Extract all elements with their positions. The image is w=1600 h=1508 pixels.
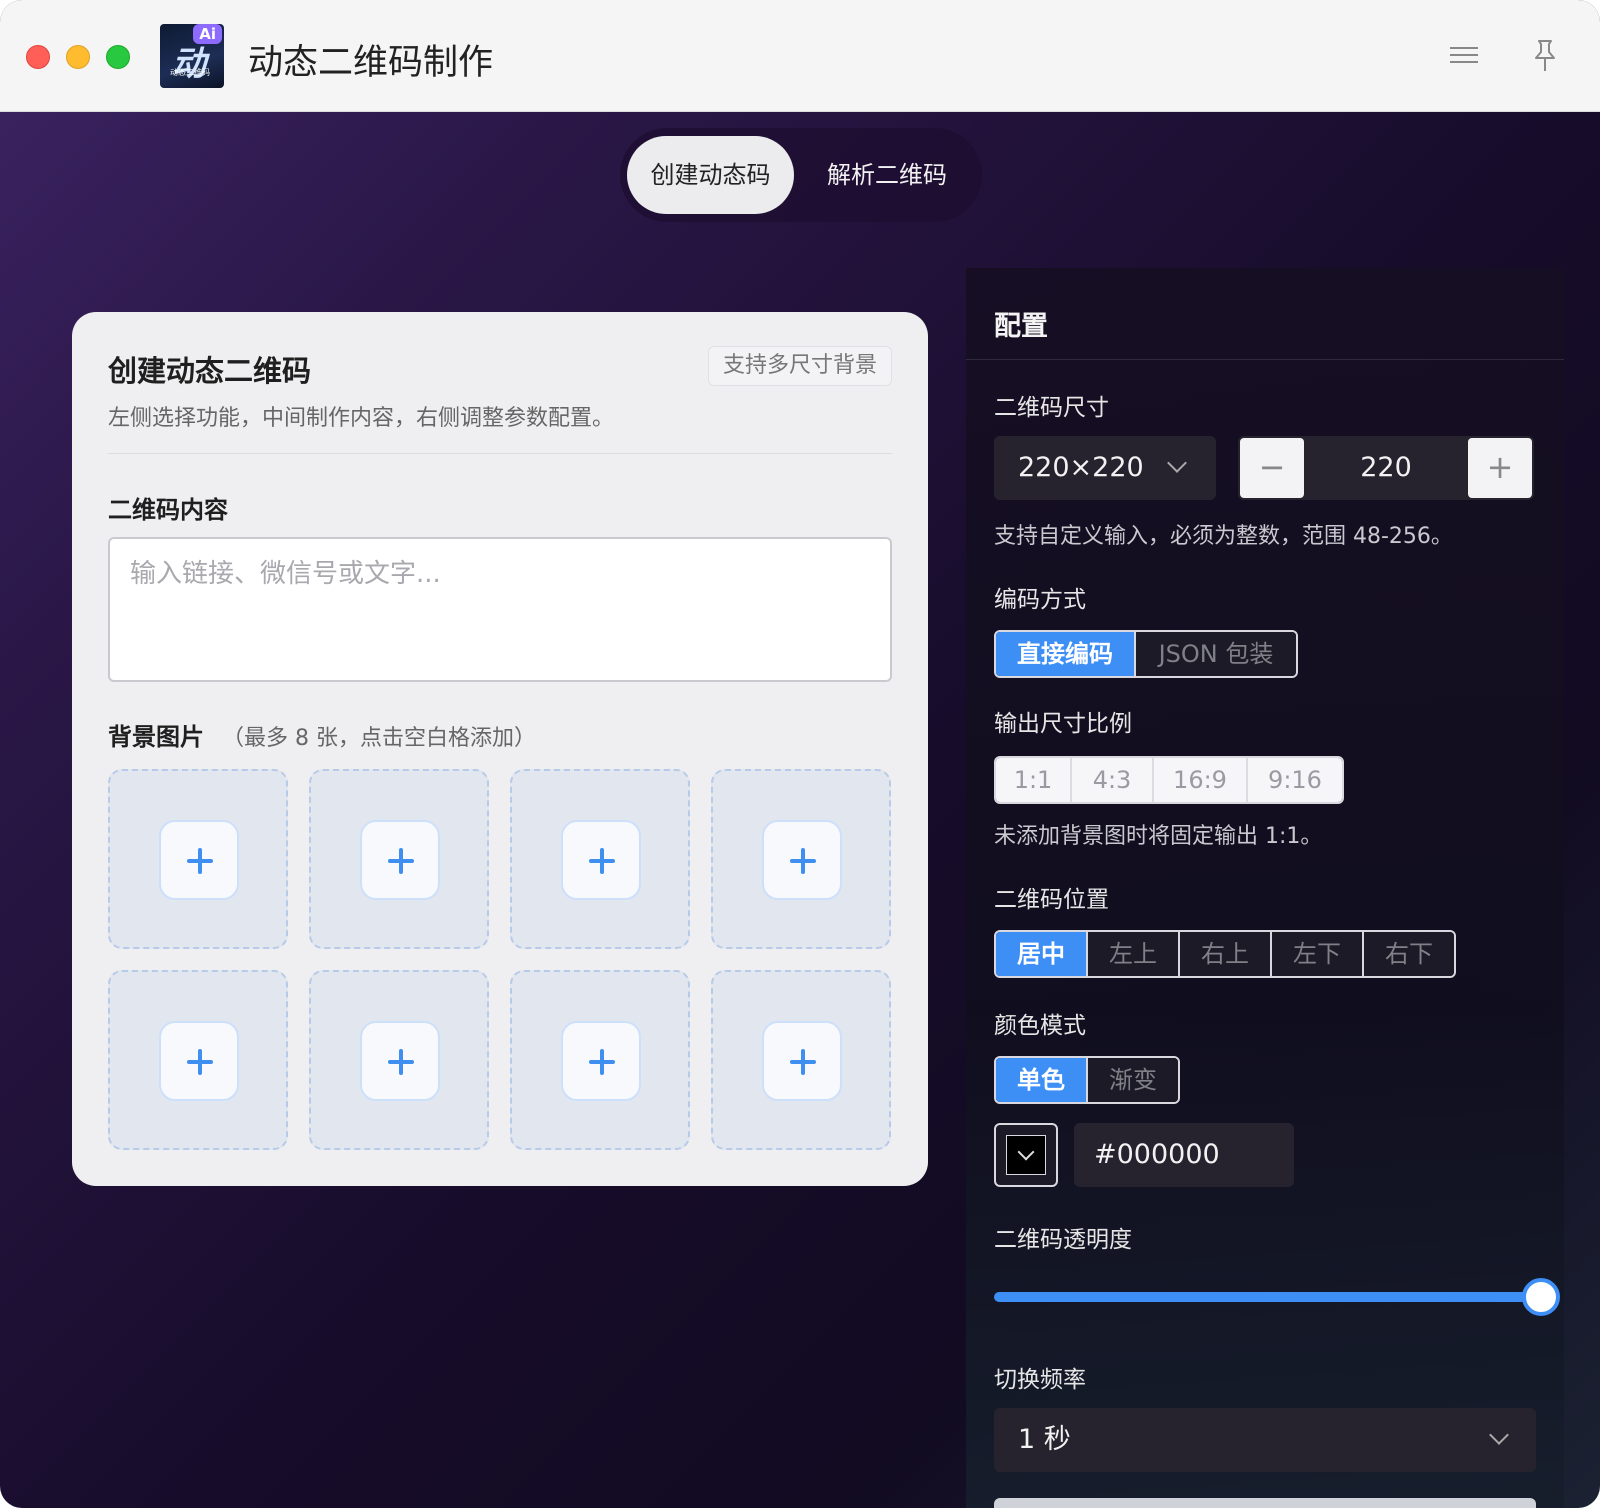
app-logo: 动 Ai 动态二维码: [160, 24, 224, 88]
size-value-input[interactable]: 220: [1304, 436, 1468, 500]
position-option-bottom-right[interactable]: 右下: [1362, 932, 1454, 976]
size-note: 支持自定义输入，必须为整数，范围 48-256。: [994, 524, 1453, 549]
bg-image-slot-8[interactable]: [711, 970, 891, 1150]
add-image-plus-icon[interactable]: [561, 820, 641, 900]
opacity-label: 二维码透明度: [994, 1227, 1132, 1253]
chevron-down-icon: [1167, 453, 1187, 473]
encoding-option-json[interactable]: JSON 包装: [1134, 632, 1296, 676]
size-decrease-button[interactable]: −: [1240, 438, 1304, 498]
config-panel-header: 配置: [966, 268, 1564, 360]
app-logo-caption: 动态二维码: [170, 68, 210, 77]
chevron-down-icon: [1489, 1425, 1509, 1445]
config-title: 配置: [994, 311, 1048, 342]
opacity-slider-track[interactable]: [994, 1292, 1534, 1302]
color-mode-option-gradient[interactable]: 渐变: [1086, 1058, 1178, 1102]
add-image-plus-icon[interactable]: [561, 1021, 641, 1101]
bg-images-hint: （最多 8 张，点击空白格添加）: [222, 726, 536, 751]
frequency-value: 1 秒: [1018, 1424, 1071, 1455]
position-segmented: 居中 左上 右上 左下 右下: [994, 930, 1456, 978]
add-image-plus-icon[interactable]: [159, 820, 239, 900]
add-image-plus-icon[interactable]: [762, 820, 842, 900]
size-label: 二维码尺寸: [994, 395, 1109, 421]
add-image-plus-icon[interactable]: [360, 820, 440, 900]
qrcode-content-input[interactable]: [108, 537, 892, 682]
bg-image-slot-7[interactable]: [510, 970, 690, 1150]
zoom-window-button[interactable]: [106, 45, 130, 69]
position-option-top-left[interactable]: 左上: [1086, 932, 1178, 976]
multi-size-badge: 支持多尺寸背景: [707, 346, 892, 386]
encoding-option-direct[interactable]: 直接编码: [996, 632, 1134, 676]
aspect-option-4-3[interactable]: 4:3: [1070, 758, 1152, 802]
app-window: 动 Ai 动态二维码 动态二维码制作 创建动态码 解析二维码 创建动态二维码 支…: [0, 0, 1600, 1508]
aspect-option-1-1[interactable]: 1:1: [996, 758, 1070, 802]
bg-image-slot-1[interactable]: [108, 769, 288, 949]
size-preset-value: 220×220: [1018, 452, 1144, 483]
position-label: 二维码位置: [994, 887, 1109, 913]
color-hex-input[interactable]: #000000: [1074, 1123, 1294, 1187]
bg-image-slot-2[interactable]: [309, 769, 489, 949]
size-preset-select[interactable]: 220×220: [994, 436, 1216, 500]
color-swatch[interactable]: [1006, 1135, 1046, 1175]
opacity-slider-thumb[interactable]: [1522, 1278, 1560, 1316]
aspect-note: 未添加背景图时将固定输出 1:1。: [994, 824, 1323, 849]
content-label: 二维码内容: [108, 496, 228, 524]
bg-image-slot-6[interactable]: [309, 970, 489, 1150]
create-card: 创建动态二维码 支持多尺寸背景 左侧选择功能，中间制作内容，右侧调整参数配置。 …: [72, 312, 928, 1186]
position-option-bottom-left[interactable]: 左下: [1270, 932, 1362, 976]
frequency-select[interactable]: 1 秒: [994, 1408, 1536, 1472]
chevron-down-icon: [1017, 1143, 1035, 1161]
minimize-window-button[interactable]: [66, 45, 90, 69]
title-bar: 动 Ai 动态二维码 动态二维码制作: [0, 0, 1600, 112]
position-option-center[interactable]: 居中: [996, 932, 1086, 976]
bottom-action-button[interactable]: [994, 1498, 1536, 1508]
color-mode-label: 颜色模式: [994, 1013, 1086, 1039]
ai-badge: Ai: [193, 24, 222, 44]
position-option-top-right[interactable]: 右上: [1178, 932, 1270, 976]
encoding-label: 编码方式: [994, 587, 1086, 613]
add-image-plus-icon[interactable]: [360, 1021, 440, 1101]
aspect-segmented: 1:1 4:3 16:9 9:16: [994, 756, 1344, 804]
aspect-option-9-16[interactable]: 9:16: [1246, 758, 1342, 802]
bg-image-slot-3[interactable]: [510, 769, 690, 949]
mode-tabs: 创建动态码 解析二维码: [620, 128, 982, 222]
add-image-plus-icon[interactable]: [762, 1021, 842, 1101]
opacity-slider[interactable]: [994, 1278, 1560, 1316]
window-title: 动态二维码制作: [248, 43, 494, 83]
bg-images-heading: 背景图片 （最多 8 张，点击空白格添加）: [108, 717, 536, 752]
aspect-option-16-9[interactable]: 16:9: [1152, 758, 1246, 802]
hamburger-menu-icon[interactable]: [1450, 42, 1478, 70]
color-mode-option-solid[interactable]: 单色: [996, 1058, 1086, 1102]
tab-parse-qrcode[interactable]: 解析二维码: [802, 136, 972, 214]
tab-create-dynamic-code[interactable]: 创建动态码: [627, 136, 794, 214]
size-increase-button[interactable]: +: [1468, 438, 1532, 498]
pin-icon[interactable]: [1530, 38, 1560, 74]
encoding-segmented: 直接编码 JSON 包装: [994, 630, 1298, 678]
card-divider: [108, 453, 892, 454]
color-picker[interactable]: [994, 1123, 1058, 1187]
bg-image-slot-4[interactable]: [711, 769, 891, 949]
card-title: 创建动态二维码: [108, 354, 312, 388]
frequency-label: 切换频率: [994, 1367, 1086, 1393]
config-panel: 配置 二维码尺寸 220×220 − 220 + 支持自定义输入，必须为整数，范…: [966, 268, 1564, 1508]
bg-images-label: 背景图片: [108, 723, 204, 751]
bg-image-slot-5[interactable]: [108, 970, 288, 1150]
color-mode-segmented: 单色 渐变: [994, 1056, 1180, 1104]
size-stepper: − 220 +: [1238, 436, 1534, 500]
close-window-button[interactable]: [26, 45, 50, 69]
add-image-plus-icon[interactable]: [159, 1021, 239, 1101]
aspect-label: 输出尺寸比例: [994, 711, 1132, 737]
card-description: 左侧选择功能，中间制作内容，右侧调整参数配置。: [108, 406, 615, 431]
